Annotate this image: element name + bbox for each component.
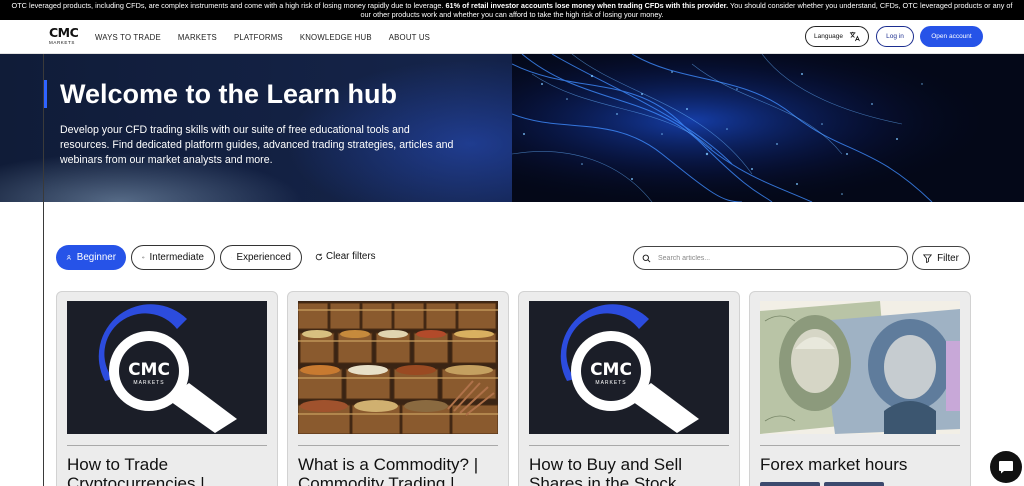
filter-beginner[interactable]: Beginner — [56, 245, 126, 270]
article-card[interactable]: CMC MARKETS How to Trade Cryptocurrencie… — [56, 291, 278, 486]
menu-item-markets[interactable]: MARKETS — [178, 33, 217, 42]
risk-warning-highlight: 61% of retail investor accounts lose mon… — [445, 1, 729, 10]
left-guide-line — [43, 54, 44, 486]
login-button[interactable]: Log in — [876, 26, 914, 47]
top-navigation: CMC MARKETS WAYS TO TRADE MARKETS PLATFO… — [0, 20, 1024, 54]
cmc-markets-magnifier-image: CMC MARKETS — [529, 301, 729, 434]
main-menu: WAYS TO TRADE MARKETS PLATFORMS KNOWLEDG… — [95, 33, 447, 42]
hero-description: Develop your CFD trading skills with our… — [60, 124, 454, 166]
clear-filters-label: Clear filters — [326, 251, 376, 262]
article-title[interactable]: What is a Commodity? | Commodity Trading… — [298, 455, 503, 486]
menu-item-ways-to-trade[interactable]: WAYS TO TRADE — [95, 33, 161, 42]
banknotes-image — [760, 301, 960, 434]
language-button[interactable]: Language — [805, 26, 869, 47]
filter-intermediate-label: Intermediate — [149, 252, 204, 263]
hero-title: Welcome to the Learn hub — [60, 79, 398, 109]
filter-button[interactable]: Filter — [912, 246, 970, 270]
image-logo-text: CMC — [128, 360, 170, 380]
trophy-icon — [231, 257, 232, 258]
article-card[interactable]: Forex market hours — [749, 291, 971, 486]
spice-barrels-image — [298, 301, 498, 434]
refresh-icon — [315, 253, 323, 260]
card-divider — [529, 445, 729, 446]
open-account-button[interactable]: Open account — [920, 26, 983, 47]
image-logo-text: CMC — [590, 360, 632, 380]
cmc-markets-logo[interactable]: CMC MARKETS — [49, 25, 79, 47]
article-tag[interactable] — [760, 482, 820, 486]
search-input[interactable] — [658, 254, 888, 262]
chat-icon — [999, 461, 1013, 474]
clear-filters-button[interactable]: Clear filters — [315, 251, 376, 262]
card-divider — [67, 445, 267, 446]
card-divider — [298, 445, 498, 446]
filter-beginner-label: Beginner — [76, 252, 116, 263]
particle-wave-image — [512, 54, 1024, 202]
filter-experienced-label: Experienced — [236, 252, 291, 263]
article-tag[interactable] — [824, 482, 884, 486]
search-icon — [642, 254, 651, 262]
logo-subtext: MARKETS — [49, 40, 75, 45]
chat-button[interactable] — [990, 451, 1022, 483]
article-tags — [760, 482, 884, 486]
article-title[interactable]: Forex market hours — [760, 455, 965, 474]
article-title[interactable]: How to Buy and Sell Shares in the Stock — [529, 455, 734, 486]
risk-warning-banner: OTC leveraged products, including CFDs, … — [0, 0, 1024, 20]
article-card[interactable]: CMC MARKETS How to Buy and Sell Shares i… — [518, 291, 740, 486]
filter-button-label: Filter — [937, 252, 959, 264]
image-logo-subtext: MARKETS — [595, 380, 626, 386]
menu-item-platforms[interactable]: PLATFORMS — [234, 33, 283, 42]
hero-banner: Welcome to the Learn hub Develop your CF… — [0, 54, 1024, 202]
article-card[interactable]: What is a Commodity? | Commodity Trading… — [287, 291, 509, 486]
menu-item-about-us[interactable]: ABOUT US — [389, 33, 430, 42]
risk-warning-text: OTC leveraged products, including CFDs, … — [11, 1, 446, 10]
funnel-icon — [923, 253, 933, 263]
image-logo-subtext: MARKETS — [133, 380, 164, 386]
graduation-cap-icon — [142, 256, 145, 259]
filter-intermediate[interactable]: Intermediate — [131, 245, 215, 270]
translate-icon — [849, 31, 860, 42]
language-label: Language — [814, 33, 843, 40]
menu-item-knowledge-hub[interactable]: KNOWLEDGE HUB — [300, 33, 372, 42]
cmc-markets-magnifier-image: CMC MARKETS — [67, 301, 267, 434]
card-divider — [760, 445, 960, 446]
filter-experienced[interactable]: Experienced — [220, 245, 302, 270]
search-box — [633, 246, 908, 270]
logo-mark: CMC — [49, 25, 79, 40]
article-title[interactable]: How to Trade Cryptocurrencies | — [67, 455, 272, 486]
person-icon — [66, 255, 72, 260]
